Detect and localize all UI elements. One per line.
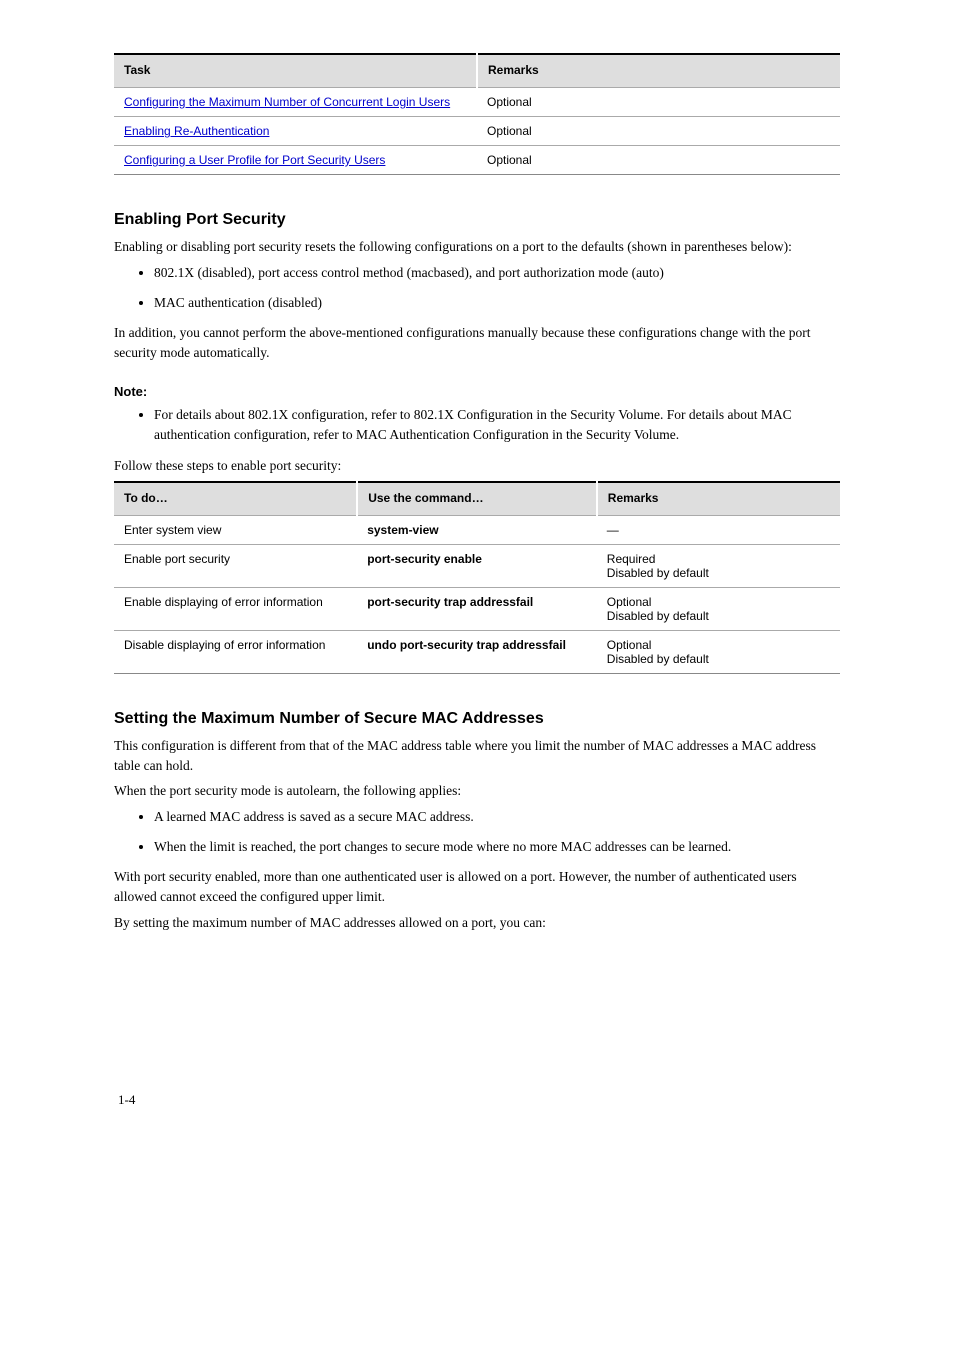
- tasks-header-remarks: Remarks: [477, 54, 840, 88]
- task-remarks: Optional: [477, 146, 840, 175]
- cmd-use: system-view: [357, 516, 597, 545]
- paragraph: Follow these steps to enable port securi…: [114, 456, 840, 476]
- task-link-user-profile[interactable]: Configuring a User Profile for Port Secu…: [124, 153, 385, 167]
- task-remarks: Optional: [477, 88, 840, 117]
- heading-enable-port-security: Enabling Port Security: [114, 211, 840, 229]
- paragraph: When the port security mode is autolearn…: [114, 781, 840, 801]
- table-row: Enter system view system-view —: [114, 516, 840, 545]
- tasks-table: Task Remarks Configuring the Maximum Num…: [114, 53, 840, 175]
- table-row: Configuring the Maximum Number of Concur…: [114, 88, 840, 117]
- cmd-remarks: Required Disabled by default: [597, 545, 840, 588]
- paragraph: In addition, you cannot perform the abov…: [114, 323, 840, 362]
- paragraph: By setting the maximum number of MAC add…: [114, 913, 840, 933]
- note-list: For details about 802.1X configuration, …: [114, 405, 840, 446]
- cmd-use: undo port-security trap addressfail: [357, 631, 597, 674]
- commands-table: To do… Use the command… Remarks Enter sy…: [114, 481, 840, 674]
- table-row: Disable displaying of error information …: [114, 631, 840, 674]
- cmd-remarks: Optional Disabled by default: [597, 588, 840, 631]
- note-label: Note:: [114, 384, 840, 399]
- list-item: MAC authentication (disabled): [154, 293, 840, 313]
- heading-max-secure-mac: Setting the Maximum Number of Secure MAC…: [114, 710, 840, 728]
- paragraph: Enabling or disabling port security rese…: [114, 237, 840, 257]
- list-item: For details about 802.1X configuration, …: [154, 405, 840, 446]
- cmd-todo: Disable displaying of error information: [114, 631, 357, 674]
- cmd-todo: Enter system view: [114, 516, 357, 545]
- autolearn-list: A learned MAC address is saved as a secu…: [114, 807, 840, 858]
- table-row: Enable port security port-security enabl…: [114, 545, 840, 588]
- reset-defaults-list: 802.1X (disabled), port access control m…: [114, 263, 840, 314]
- paragraph: This configuration is different from tha…: [114, 736, 840, 775]
- page-number: 1-4: [118, 1092, 840, 1108]
- list-item: A learned MAC address is saved as a secu…: [154, 807, 840, 827]
- cmd-use: port-security enable: [357, 545, 597, 588]
- paragraph: With port security enabled, more than on…: [114, 867, 840, 906]
- cmd-todo: Enable displaying of error information: [114, 588, 357, 631]
- cmd-todo: Enable port security: [114, 545, 357, 588]
- cmd-use: port-security trap addressfail: [357, 588, 597, 631]
- commands-header-use: Use the command…: [357, 482, 597, 516]
- table-row: Configuring a User Profile for Port Secu…: [114, 146, 840, 175]
- commands-header-todo: To do…: [114, 482, 357, 516]
- cmd-remarks: Optional Disabled by default: [597, 631, 840, 674]
- task-remarks: Optional: [477, 117, 840, 146]
- list-item: When the limit is reached, the port chan…: [154, 837, 840, 857]
- cmd-remarks: —: [597, 516, 840, 545]
- table-row: Enabling Re-Authentication Optional: [114, 117, 840, 146]
- task-link-reauth[interactable]: Enabling Re-Authentication: [124, 124, 269, 138]
- table-row: Enable displaying of error information p…: [114, 588, 840, 631]
- tasks-header-task: Task: [114, 54, 477, 88]
- task-link-max-concurrent[interactable]: Configuring the Maximum Number of Concur…: [124, 95, 450, 109]
- commands-header-remarks: Remarks: [597, 482, 840, 516]
- list-item: 802.1X (disabled), port access control m…: [154, 263, 840, 283]
